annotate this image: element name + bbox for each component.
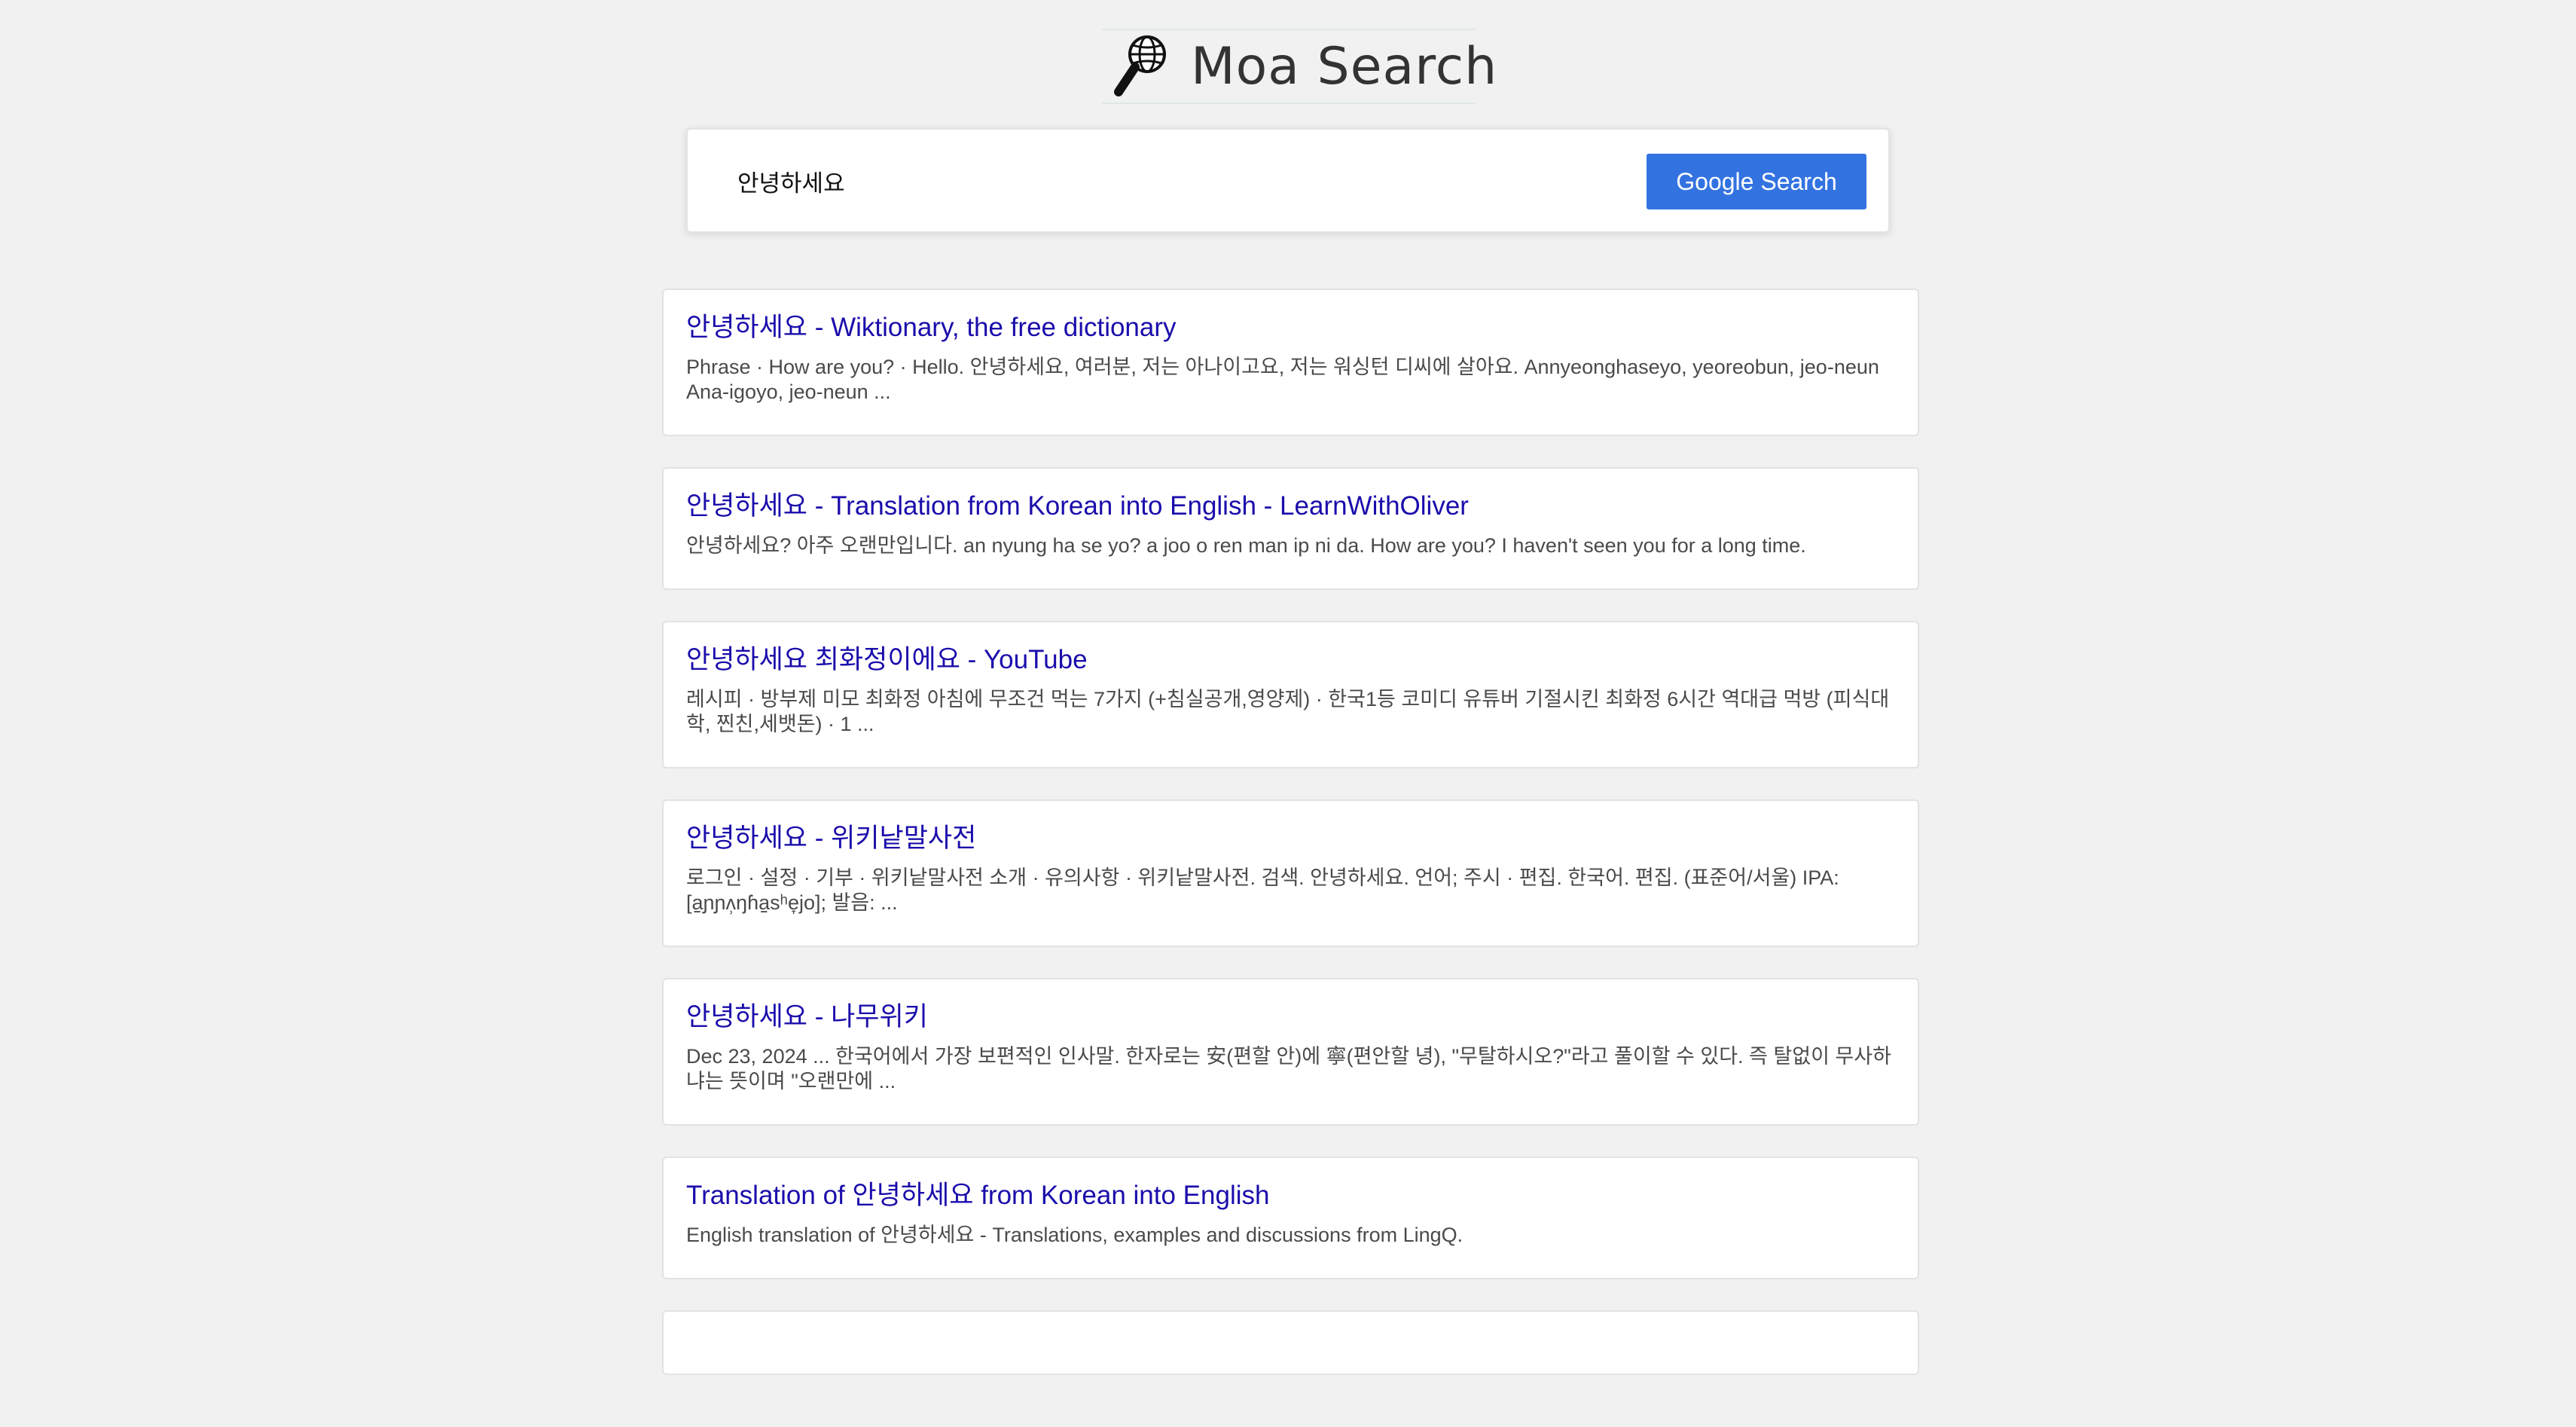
result-card: 안녕하세요 최화정이에요 - YouTube 레시피 · 방부제 미모 최화정 … xyxy=(662,621,1919,769)
result-snippet: 레시피 · 방부제 미모 최화정 아침에 무조건 먹는 7가지 (+침실공개,영… xyxy=(686,688,1890,735)
logo-title: Moa Search xyxy=(1191,36,1498,96)
result-card: 안녕하세요 - 위키낱말사전 로그인 · 설정 · 기부 · 위키낱말사전 소개… xyxy=(662,799,1919,947)
search-page: Moa Search Google Search 안녕하세요 - Wiktion… xyxy=(0,0,2576,1427)
search-input[interactable] xyxy=(737,154,1528,208)
result-title-link[interactable]: 안녕하세요 - Wiktionary, the free dictionary xyxy=(686,311,1895,344)
result-title-link[interactable]: 안녕하세요 - 위키낱말사전 xyxy=(686,822,1895,855)
google-search-button[interactable]: Google Search xyxy=(1647,154,1866,209)
search-results: 안녕하세요 - Wiktionary, the free dictionary … xyxy=(662,289,1919,1406)
result-snippet: Phrase · How are you? · Hello. 안녕하세요, 여러… xyxy=(686,356,1879,403)
result-snippet: Dec 23, 2024 ... 한국어에서 가장 보편적인 인사말. 한자로는… xyxy=(686,1045,1891,1092)
result-snippet: English translation of 안녕하세요 - Translati… xyxy=(686,1224,1463,1246)
result-card: 안녕하세요 - Translation from Korean into Eng… xyxy=(662,467,1919,590)
logo[interactable]: Moa Search xyxy=(1102,29,1497,104)
globe-magnifier-icon xyxy=(1106,30,1170,102)
search-box: Google Search xyxy=(686,128,1890,233)
result-card: Translation of 안녕하세요 from Korean into En… xyxy=(662,1157,1919,1279)
result-title-link[interactable]: Translation of 안녕하세요 from Korean into En… xyxy=(686,1179,1895,1212)
result-snippet: 로그인 · 설정 · 기부 · 위키낱말사전 소개 · 유의사항 · 위키낱말사… xyxy=(686,866,1839,914)
result-card: 안녕하세요 - Wiktionary, the free dictionary … xyxy=(662,289,1919,436)
result-snippet: 안녕하세요? 아주 오랜만입니다. an nyung ha se yo? a j… xyxy=(686,534,1806,557)
result-title-link[interactable]: 안녕하세요 - Translation from Korean into Eng… xyxy=(686,490,1895,523)
result-title-link[interactable]: 안녕하세요 - 나무위키 xyxy=(686,1001,1895,1034)
result-card xyxy=(662,1310,1919,1375)
result-title-link[interactable]: 안녕하세요 최화정이에요 - YouTube xyxy=(686,643,1895,677)
result-card: 안녕하세요 - 나무위키 Dec 23, 2024 ... 한국어에서 가장 보… xyxy=(662,978,1919,1126)
